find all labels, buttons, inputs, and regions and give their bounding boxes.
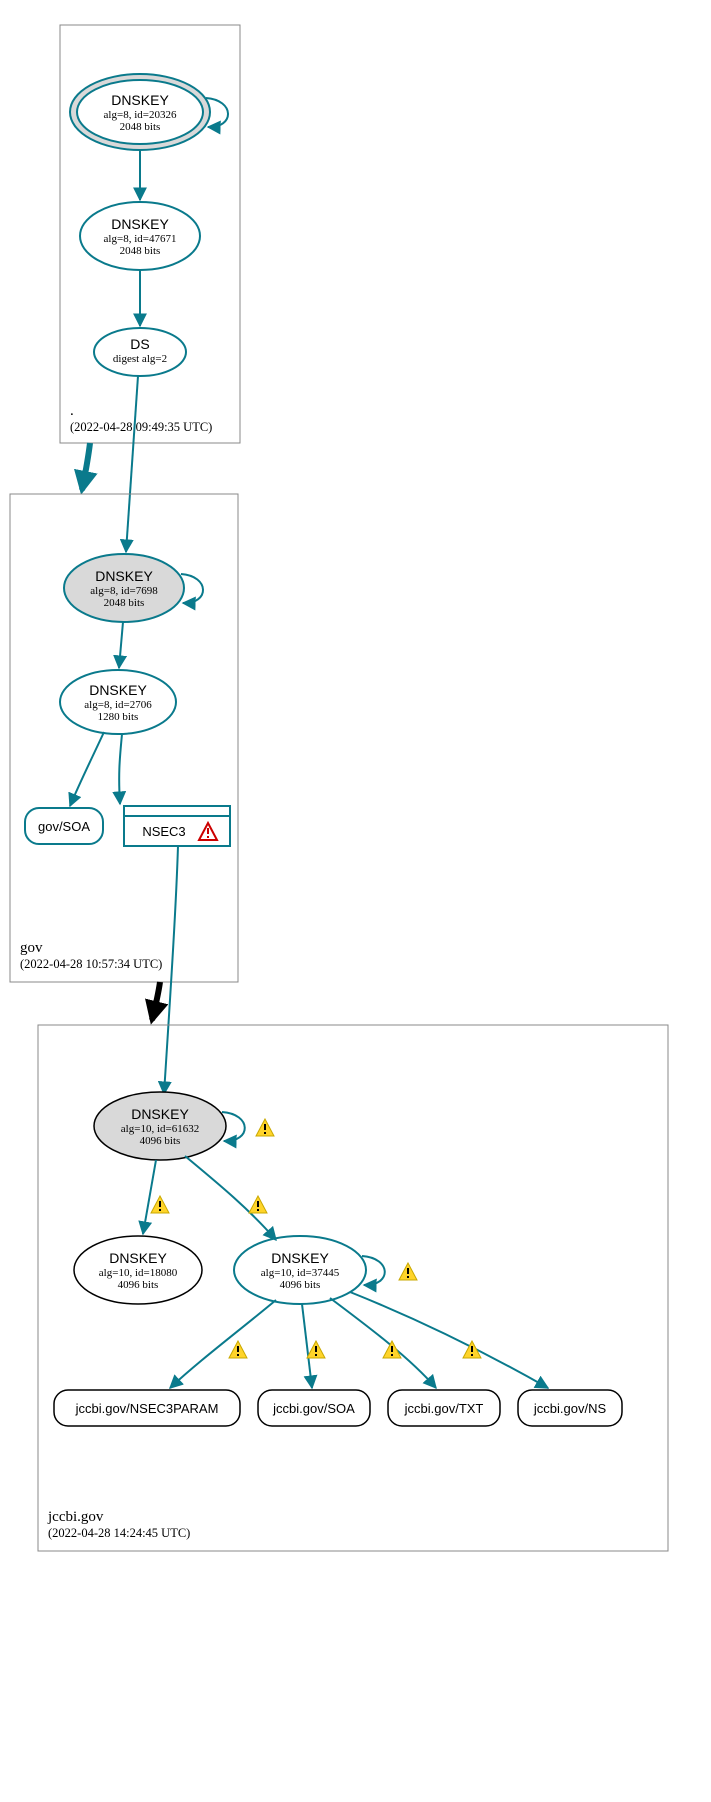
svg-text:jccbi.gov/TXT: jccbi.gov/TXT <box>404 1401 484 1416</box>
edge-gov-ksk-zsk <box>119 622 123 668</box>
node-jccbi-txt: jccbi.gov/TXT <box>388 1390 500 1426</box>
edge-nsec3-to-jccbi-ksk <box>164 846 178 1094</box>
svg-text:NSEC3: NSEC3 <box>142 824 185 839</box>
svg-text:alg=8, id=2706: alg=8, id=2706 <box>84 699 152 711</box>
warning-icon <box>256 1119 274 1136</box>
zone-root-timestamp: (2022-04-28 09:49:35 UTC) <box>70 420 212 434</box>
edge-zsk2-txt <box>330 1298 436 1388</box>
zone-gov-timestamp: (2022-04-28 10:57:34 UTC) <box>20 957 162 971</box>
svg-text:DNSKEY: DNSKEY <box>271 1250 329 1266</box>
svg-text:alg=10, id=37445: alg=10, id=37445 <box>261 1267 340 1279</box>
svg-text:jccbi.gov/SOA: jccbi.gov/SOA <box>272 1401 355 1416</box>
node-jccbi-nsec3param: jccbi.gov/NSEC3PARAM <box>54 1390 240 1426</box>
edge-root-to-gov-delegation <box>82 443 90 490</box>
edge-gov-zsk-nsec3 <box>119 734 122 804</box>
svg-text:DNSKEY: DNSKEY <box>131 1106 189 1122</box>
svg-text:digest alg=2: digest alg=2 <box>113 353 167 365</box>
edge-jccbi-ksk-zsk1 <box>143 1160 156 1234</box>
svg-text:DNSKEY: DNSKEY <box>89 682 147 698</box>
svg-text:jccbi.gov/NSEC3PARAM: jccbi.gov/NSEC3PARAM <box>75 1401 219 1416</box>
node-gov-ksk: DNSKEY alg=8, id=7698 2048 bits <box>64 554 184 622</box>
edge-gov-zsk-soa <box>70 732 104 806</box>
node-jccbi-zsk2: DNSKEY alg=10, id=37445 4096 bits <box>234 1236 366 1304</box>
svg-text:2048 bits: 2048 bits <box>120 121 161 133</box>
zone-jccbi-timestamp: (2022-04-28 14:24:45 UTC) <box>48 1526 190 1540</box>
edge-zsk2-nsec3param <box>170 1300 276 1388</box>
node-jccbi-ksk: DNSKEY alg=10, id=61632 4096 bits <box>94 1092 226 1160</box>
svg-text:2048 bits: 2048 bits <box>120 245 161 257</box>
svg-text:DS: DS <box>130 336 149 352</box>
warning-icon <box>383 1341 401 1358</box>
node-gov-soa: gov/SOA <box>25 808 103 844</box>
svg-text:DNSKEY: DNSKEY <box>109 1250 167 1266</box>
edge-jccbi-ksk-zsk2 <box>185 1156 276 1240</box>
warning-icon <box>229 1341 247 1358</box>
svg-text:4096 bits: 4096 bits <box>118 1279 159 1291</box>
svg-text:alg=8, id=7698: alg=8, id=7698 <box>90 585 158 597</box>
edge-gov-to-jccbi-delegation <box>152 982 160 1020</box>
node-gov-zsk: DNSKEY alg=8, id=2706 1280 bits <box>60 670 176 734</box>
zone-jccbi-label: jccbi.gov <box>47 1509 104 1525</box>
svg-text:DNSKEY: DNSKEY <box>111 92 169 108</box>
svg-text:gov/SOA: gov/SOA <box>38 819 90 834</box>
zone-gov: gov (2022-04-28 10:57:34 UTC) DNSKEY alg… <box>10 494 238 982</box>
svg-text:4096 bits: 4096 bits <box>280 1279 321 1291</box>
warning-icon <box>307 1341 325 1358</box>
edge-zsk2-ns <box>350 1292 548 1388</box>
svg-text:2048 bits: 2048 bits <box>104 597 145 609</box>
node-jccbi-ns: jccbi.gov/NS <box>518 1390 622 1426</box>
node-jccbi-soa: jccbi.gov/SOA <box>258 1390 370 1426</box>
edge-ds-to-gov-ksk <box>126 376 138 552</box>
zone-jccbi: jccbi.gov (2022-04-28 14:24:45 UTC) DNSK… <box>38 1025 668 1551</box>
zone-gov-label: gov <box>20 940 43 956</box>
svg-text:DNSKEY: DNSKEY <box>111 216 169 232</box>
node-gov-nsec3: NSEC3 <box>124 806 230 846</box>
node-root-ds: DS digest alg=2 <box>94 328 186 376</box>
edge-zsk2-soa <box>302 1304 312 1388</box>
zone-root: . (2022-04-28 09:49:35 UTC) DNSKEY alg=8… <box>60 25 240 443</box>
svg-text:alg=8, id=20326: alg=8, id=20326 <box>104 109 177 121</box>
warning-icon <box>151 1196 169 1213</box>
svg-text:alg=10, id=18080: alg=10, id=18080 <box>99 1267 178 1279</box>
svg-text:jccbi.gov/NS: jccbi.gov/NS <box>533 1401 607 1416</box>
warning-icon <box>249 1196 267 1213</box>
svg-text:alg=8, id=47671: alg=8, id=47671 <box>104 233 177 245</box>
svg-text:DNSKEY: DNSKEY <box>95 568 153 584</box>
node-root-ksk: DNSKEY alg=8, id=20326 2048 bits <box>70 74 210 150</box>
svg-text:1280 bits: 1280 bits <box>98 711 139 723</box>
dnssec-graph: . (2022-04-28 09:49:35 UTC) DNSKEY alg=8… <box>0 0 711 1802</box>
node-root-zsk: DNSKEY alg=8, id=47671 2048 bits <box>80 202 200 270</box>
node-jccbi-zsk1: DNSKEY alg=10, id=18080 4096 bits <box>74 1236 202 1304</box>
zone-root-label: . <box>70 403 74 419</box>
svg-text:alg=10, id=61632: alg=10, id=61632 <box>121 1123 199 1135</box>
svg-text:4096 bits: 4096 bits <box>140 1135 181 1147</box>
warning-icon <box>399 1263 417 1280</box>
